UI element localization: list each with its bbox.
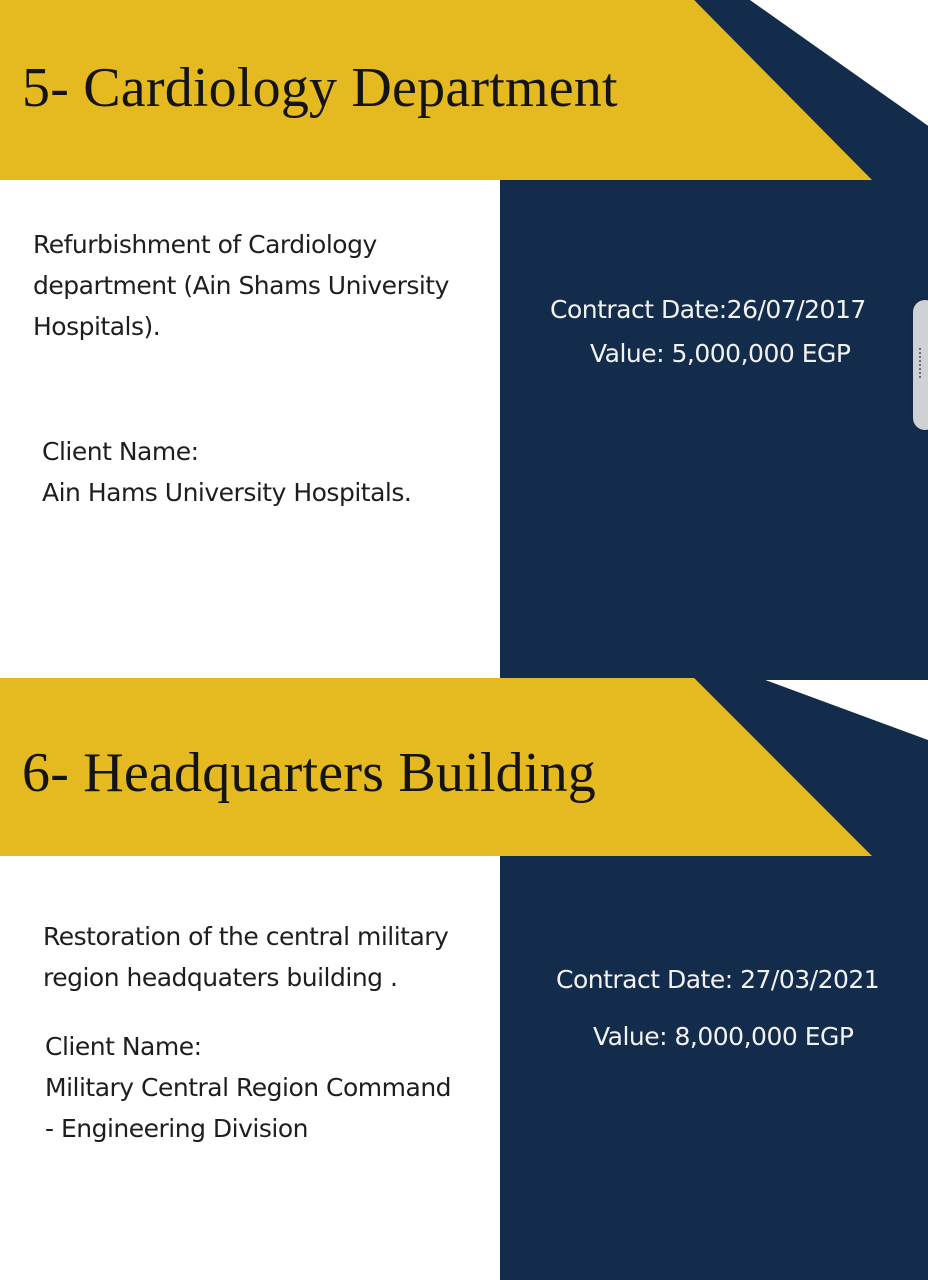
- client-name: - Engineering Division: [45, 1114, 308, 1143]
- description-line: Hospitals).: [33, 312, 161, 341]
- description-line: region headquaters building .: [43, 963, 398, 992]
- project-description-2: Restoration of the central military regi…: [43, 916, 449, 998]
- client-info-1: Client Name: Ain Hams University Hospita…: [42, 431, 412, 513]
- grip-dots-icon: [919, 348, 924, 378]
- contract-value-2: Value: 8,000,000 EGP: [593, 1022, 854, 1051]
- page: 5- Cardiology Department Refurbishment o…: [0, 0, 928, 1280]
- scroll-handle[interactable]: [913, 300, 928, 430]
- contract-date-2: Contract Date: 27/03/2021: [556, 965, 880, 994]
- description-line: Refurbishment of Cardiology: [33, 230, 377, 259]
- section-title-2: 6- Headquarters Building: [22, 742, 596, 804]
- section-title-1: 5- Cardiology Department: [22, 57, 618, 119]
- project-description-1: Refurbishment of Cardiology department (…: [33, 224, 449, 347]
- description-line: department (Ain Shams University: [33, 271, 449, 300]
- contract-date-1: Contract Date:26/07/2017: [550, 295, 866, 324]
- client-name: Military Central Region Command: [45, 1073, 452, 1102]
- contract-value-1: Value: 5,000,000 EGP: [590, 339, 851, 368]
- client-label: Client Name:: [42, 437, 199, 466]
- client-name: Ain Hams University Hospitals.: [42, 478, 412, 507]
- description-line: Restoration of the central military: [43, 922, 449, 951]
- client-info-2: Client Name: Military Central Region Com…: [45, 1026, 452, 1149]
- client-label: Client Name:: [45, 1032, 202, 1061]
